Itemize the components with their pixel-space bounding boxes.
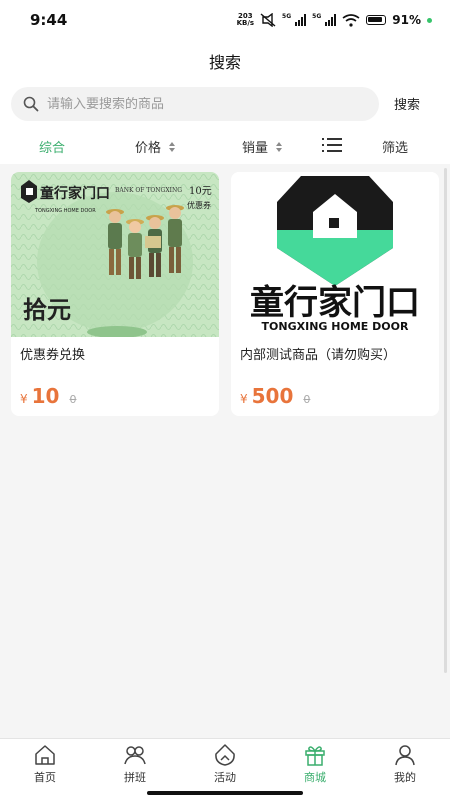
search-icon <box>23 96 39 112</box>
status-indicators: 203 KB/s 5G 5G 91% <box>237 13 432 27</box>
brand-name: 童行家门口 <box>250 283 420 323</box>
scrollbar[interactable] <box>444 168 447 673</box>
status-bar: 9:44 203 KB/s 5G 5G 91% <box>0 0 450 40</box>
sim2-label: 5G <box>312 13 322 20</box>
coupon-brand: 童行家门口 <box>40 185 110 202</box>
list-view-icon[interactable] <box>322 138 342 152</box>
group-icon <box>124 746 146 765</box>
tab-group[interactable]: 拼班 <box>90 743 180 787</box>
mute-icon <box>260 13 276 27</box>
wifi-icon <box>342 13 360 27</box>
signal-icon <box>295 14 307 26</box>
gift-icon <box>305 746 325 766</box>
network-speed: 203 KB/s <box>236 12 255 27</box>
product-price: 500 <box>251 384 294 408</box>
search-box[interactable] <box>11 87 379 121</box>
product-card[interactable]: 童行家门口 TONGXING HOME DOOR 内部测试商品（请勿购买） ¥ … <box>231 172 439 416</box>
home-indicator[interactable] <box>147 791 303 795</box>
tab-activity[interactable]: 活动 <box>180 743 270 787</box>
privacy-indicator-dot <box>427 17 432 23</box>
brand-logo-image: 童行家门口 TONGXING HOME DOOR <box>231 172 439 337</box>
tab-mall[interactable]: 商城 <box>270 743 360 787</box>
product-title: 优惠券兑换 <box>20 348 86 363</box>
sim1-label: 5G <box>282 13 292 20</box>
coupon-label: 优惠券 <box>187 200 211 210</box>
tab-home[interactable]: 首页 <box>0 743 90 787</box>
tab-mine[interactable]: 我的 <box>360 743 450 787</box>
status-time: 9:44 <box>30 11 68 29</box>
coupon-face-value: 10元 <box>189 186 212 197</box>
signal-icon <box>325 14 337 26</box>
page-title: 搜索 <box>208 53 241 72</box>
coupon-bank: BANK OF TONGXING <box>115 187 182 194</box>
home-icon <box>35 745 55 765</box>
nav-header: 搜索 <box>0 40 450 82</box>
original-price: 0 <box>303 393 311 406</box>
price-row: ¥ 500 0 <box>240 384 310 408</box>
search-input[interactable] <box>47 96 367 112</box>
search-button[interactable]: 搜索 <box>394 94 420 113</box>
product-title: 内部测试商品（请勿购买） <box>240 348 397 363</box>
sort-arrows-icon <box>276 141 283 152</box>
search-row: 搜索 <box>0 82 450 128</box>
original-price: 0 <box>69 393 77 406</box>
product-price: 10 <box>31 384 60 408</box>
battery-percent: 91% <box>392 13 421 27</box>
filter-price[interactable]: 价格 <box>135 137 176 156</box>
coupon-amount: 拾元 <box>23 295 71 324</box>
product-card[interactable]: 童行家门口 TONGXING HOME DOOR BANK OF TONGXIN… <box>11 172 219 416</box>
currency-symbol: ¥ <box>20 392 28 406</box>
filter-sales[interactable]: 销量 <box>242 137 283 156</box>
coupon-brand-en: TONGXING HOME DOOR <box>34 208 96 214</box>
price-row: ¥ 10 0 <box>20 384 76 408</box>
currency-symbol: ¥ <box>240 392 248 406</box>
filter-screen[interactable]: 筛选 <box>382 137 408 156</box>
filter-comprehensive[interactable]: 综合 <box>39 137 65 156</box>
battery-icon <box>366 15 387 25</box>
user-icon <box>395 745 415 766</box>
coupon-image: 童行家门口 TONGXING HOME DOOR BANK OF TONGXIN… <box>11 172 219 337</box>
activity-icon <box>215 744 235 766</box>
brand-name-en: TONGXING HOME DOOR <box>262 320 409 333</box>
filter-bar: 综合 价格 销量 筛选 <box>0 128 450 164</box>
sort-arrows-icon <box>169 141 176 152</box>
